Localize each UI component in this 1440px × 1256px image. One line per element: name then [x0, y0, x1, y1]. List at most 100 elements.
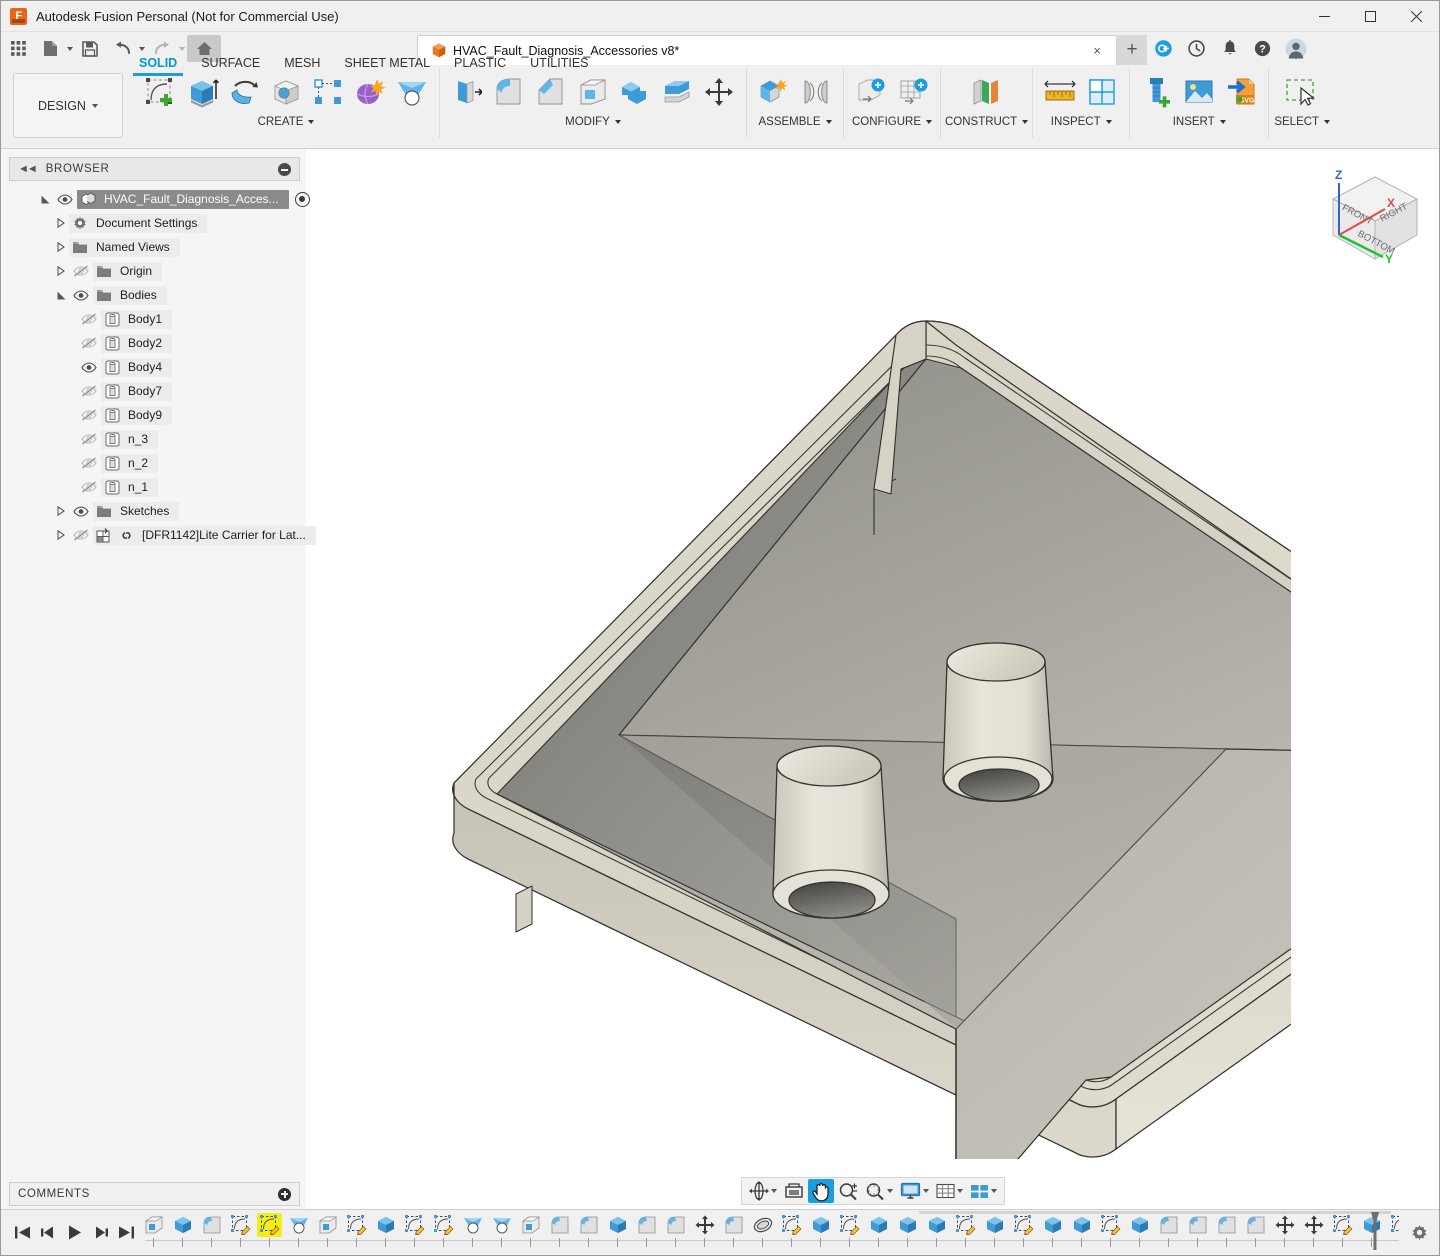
minimize-icon[interactable] — [1301, 1, 1347, 32]
tree-node-chip[interactable]: Sketches — [93, 501, 180, 521]
fillet-icon[interactable] — [721, 1213, 746, 1237]
fillet-icon[interactable] — [1185, 1213, 1210, 1237]
tree-node-chip[interactable]: Bodies — [93, 285, 167, 305]
timeline-feature[interactable] — [1096, 1213, 1125, 1247]
visibility-eye-off-icon[interactable] — [77, 433, 101, 445]
timeline-feature[interactable] — [516, 1213, 545, 1247]
chevron-down-icon[interactable] — [179, 46, 185, 51]
panel-label-modify[interactable]: MODIFY — [565, 116, 621, 128]
move-copy-icon[interactable] — [699, 70, 739, 114]
loft-icon[interactable] — [286, 1213, 311, 1237]
fillet-icon[interactable] — [663, 1213, 688, 1237]
fillet-icon[interactable] — [1243, 1213, 1268, 1237]
chevron-down-icon[interactable] — [922, 1189, 929, 1193]
minus-circle-icon[interactable] — [278, 162, 291, 176]
loft-icon[interactable] — [392, 70, 432, 114]
select-window-icon[interactable] — [1276, 70, 1328, 114]
timeline-feature[interactable] — [168, 1213, 197, 1247]
3d-canvas[interactable]: FRONT RIGHT BOTTOM Z X Y — [306, 149, 1439, 1209]
timeline-feature[interactable] — [951, 1213, 980, 1247]
offset-plane-icon[interactable] — [964, 70, 1010, 114]
timeline-feature[interactable] — [574, 1213, 603, 1247]
sketch-icon[interactable] — [344, 1213, 369, 1237]
panel-label-configure[interactable]: CONFIGURE — [852, 116, 932, 128]
timeline-feature[interactable] — [1183, 1213, 1212, 1247]
sketch-icon[interactable] — [431, 1213, 456, 1237]
timeline-feature[interactable] — [603, 1213, 632, 1247]
help-question-icon[interactable]: ? — [1246, 32, 1279, 65]
tree-node-n1[interactable]: n_1 — [1, 475, 306, 499]
tree-node-chip[interactable]: Document Settings — [69, 213, 208, 233]
sketch-icon[interactable] — [1330, 1213, 1355, 1237]
move-copy-icon[interactable] — [1301, 1213, 1326, 1237]
orbit-button[interactable] — [746, 1179, 780, 1203]
tree-node-body2[interactable]: Body2 — [1, 331, 306, 355]
close-tab-icon[interactable]: × — [1086, 43, 1108, 58]
panel-label-create[interactable]: CREATE — [258, 116, 315, 128]
extrude-icon[interactable] — [182, 70, 222, 114]
model-render[interactable] — [306, 149, 1291, 1159]
display-settings-button[interactable] — [897, 1179, 932, 1203]
tree-node-chip[interactable]: Body7 — [101, 381, 173, 401]
twisty-collapsed-icon[interactable] — [53, 530, 69, 540]
shell-icon[interactable] — [518, 1213, 543, 1237]
extrude-icon[interactable] — [866, 1213, 891, 1237]
twisty-collapsed-icon[interactable] — [53, 242, 69, 252]
fit-button[interactable] — [862, 1179, 896, 1203]
tab-plastic[interactable]: PLASTIC — [442, 54, 518, 72]
new-document-button[interactable] — [33, 35, 73, 62]
timeline-feature[interactable] — [1125, 1213, 1154, 1247]
tree-node-named-views[interactable]: Named Views — [1, 235, 306, 259]
save-button[interactable] — [75, 35, 105, 62]
fillet-icon[interactable] — [576, 1213, 601, 1237]
revolve-icon[interactable] — [224, 70, 264, 114]
maximize-icon[interactable] — [1347, 1, 1393, 32]
move-copy-icon[interactable] — [692, 1213, 717, 1237]
pattern-icon[interactable] — [308, 70, 348, 114]
tree-node-linked-component[interactable]: [DFR1142]Lite Carrier for Lat... — [1, 523, 316, 547]
timeline-feature[interactable] — [1386, 1213, 1399, 1247]
timeline-feature[interactable] — [1154, 1213, 1183, 1247]
visibility-eye-off-icon[interactable] — [77, 385, 101, 397]
timeline-feature[interactable] — [429, 1213, 458, 1247]
tree-node-chip[interactable]: n_1 — [101, 477, 159, 497]
visibility-eye-off-icon[interactable] — [69, 529, 93, 541]
move-copy-icon[interactable] — [1272, 1213, 1297, 1237]
panel-label-assemble[interactable]: ASSEMBLE — [759, 116, 832, 128]
file-icon[interactable] — [35, 35, 65, 62]
extrude-icon[interactable] — [1040, 1213, 1065, 1237]
fillet-icon[interactable] — [1156, 1213, 1181, 1237]
timeline-feature[interactable] — [458, 1213, 487, 1247]
fillet-icon[interactable] — [199, 1213, 224, 1237]
timeline-feature[interactable] — [690, 1213, 719, 1247]
tab-solid[interactable]: SOLID — [127, 54, 189, 76]
new-component-icon[interactable] — [754, 70, 794, 114]
configuration-table-icon[interactable] — [893, 70, 933, 114]
twisty-collapsed-icon[interactable] — [53, 506, 69, 516]
extrude-icon[interactable] — [170, 1213, 195, 1237]
visibility-eye-off-icon[interactable] — [69, 265, 93, 277]
timeline-feature[interactable] — [545, 1213, 574, 1247]
tree-node-origin[interactable]: Origin — [1, 259, 306, 283]
extrude-icon[interactable] — [924, 1213, 949, 1237]
tree-node-body7[interactable]: Body7 — [1, 379, 306, 403]
twisty-collapsed-icon[interactable] — [53, 218, 69, 228]
timeline-feature[interactable] — [1038, 1213, 1067, 1247]
sketch-icon[interactable] — [402, 1213, 427, 1237]
extrude-icon[interactable] — [605, 1213, 630, 1237]
timeline-feature[interactable] — [806, 1213, 835, 1247]
fillet-icon[interactable] — [1214, 1213, 1239, 1237]
insert-canvas-icon[interactable] — [1179, 70, 1219, 114]
timeline-feature[interactable] — [748, 1213, 777, 1247]
visibility-eye-off-icon[interactable] — [77, 409, 101, 421]
visibility-eye-off-icon[interactable] — [77, 481, 101, 493]
timeline-feature[interactable] — [400, 1213, 429, 1247]
timeline-track[interactable] — [139, 1210, 1399, 1255]
sketch-icon[interactable] — [837, 1213, 862, 1237]
timeline-feature[interactable] — [226, 1213, 255, 1247]
visibility-eye-off-icon[interactable] — [77, 457, 101, 469]
tab-surface[interactable]: SURFACE — [189, 54, 272, 72]
timeline-feature[interactable] — [1270, 1213, 1299, 1247]
recent-clock-icon[interactable] — [1180, 32, 1213, 65]
extrude-icon[interactable] — [1127, 1213, 1152, 1237]
